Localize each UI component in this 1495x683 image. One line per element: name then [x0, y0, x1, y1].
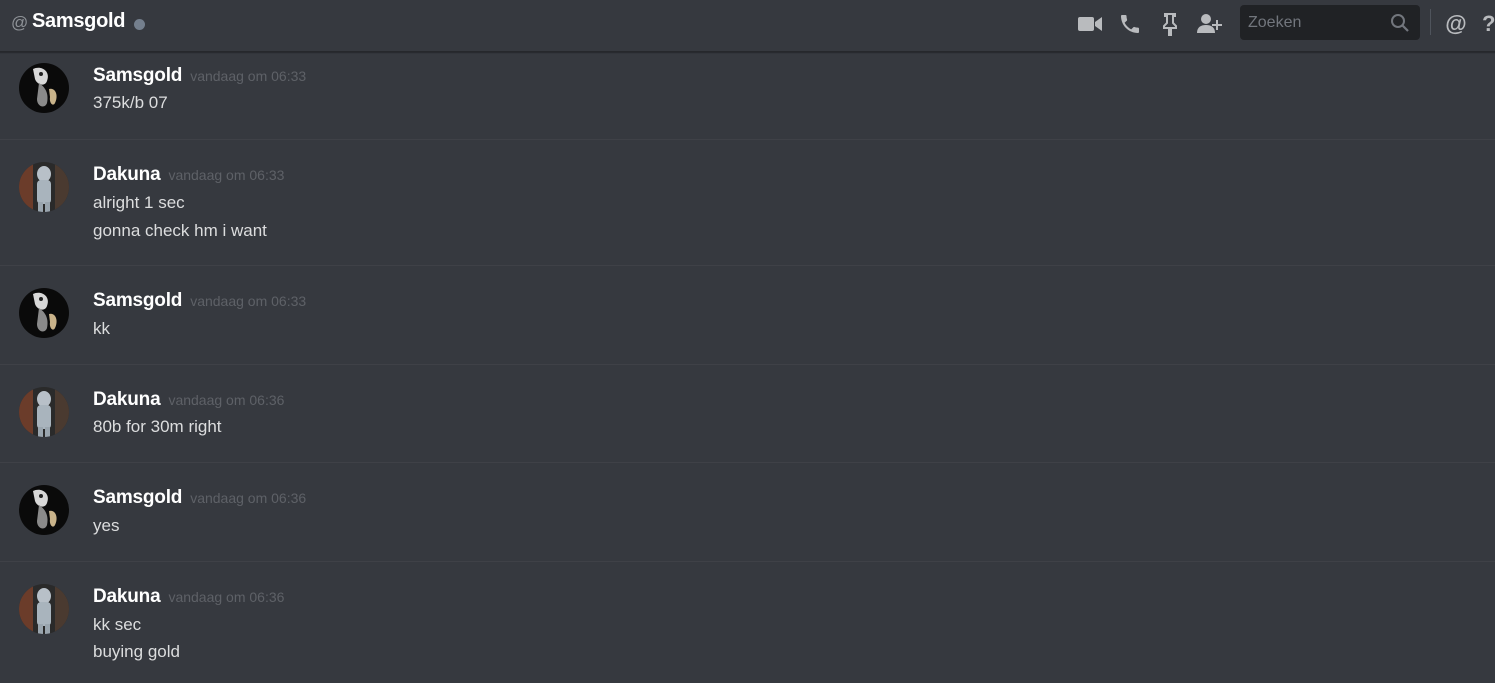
message-group: Samsgold vandaag om 06:33 375k/b 07: [0, 53, 1495, 140]
status-indicator: [134, 19, 145, 30]
samsgold-avatar: [19, 63, 69, 113]
message-text: gonna check hm i want: [93, 221, 267, 240]
pin-icon[interactable]: [1156, 10, 1184, 38]
message-header: Samsgold vandaag om 06:33: [93, 65, 306, 87]
search-icon[interactable]: [1390, 13, 1410, 38]
username[interactable]: Dakuna: [93, 389, 161, 411]
message-list[interactable]: Samsgold vandaag om 06:33 375k/b 07 Daku…: [0, 53, 1495, 683]
message-group: Dakuna vandaag om 06:36 kk sec buying go…: [0, 562, 1495, 683]
avatar[interactable]: [19, 63, 69, 113]
search-box[interactable]: [1240, 5, 1420, 40]
username[interactable]: Samsgold: [93, 65, 182, 87]
channel-header: @ Samsgold @ ?: [0, 0, 1495, 52]
message-group: Dakuna vandaag om 06:33 alright 1 sec go…: [0, 140, 1495, 266]
message-header: Dakuna vandaag om 06:36: [93, 586, 284, 608]
message-text: buying gold: [93, 642, 180, 661]
message-text: alright 1 sec: [93, 193, 185, 212]
dm-at-icon: @: [11, 13, 29, 32]
timestamp: vandaag om 06:33: [190, 293, 307, 309]
avatar[interactable]: [19, 288, 69, 338]
avatar[interactable]: [19, 584, 69, 634]
timestamp: vandaag om 06:33: [168, 167, 285, 183]
help-icon[interactable]: ?: [1482, 10, 1495, 38]
message-text: kk: [93, 319, 110, 338]
timestamp: vandaag om 06:36: [168, 392, 285, 408]
message-text: yes: [93, 516, 120, 535]
message-group: Samsgold vandaag om 06:36 yes: [0, 463, 1495, 562]
avatar[interactable]: [19, 162, 69, 212]
timestamp: vandaag om 06:33: [190, 68, 307, 84]
samsgold-avatar: [19, 485, 69, 535]
username[interactable]: Samsgold: [93, 487, 182, 509]
message-header: Samsgold vandaag om 06:33: [93, 290, 306, 312]
phone-icon[interactable]: [1116, 10, 1144, 38]
dakuna-avatar: [19, 162, 69, 212]
search-input[interactable]: [1240, 5, 1380, 40]
username[interactable]: Dakuna: [93, 164, 161, 186]
mentions-icon[interactable]: @: [1442, 10, 1470, 38]
samsgold-avatar: [19, 288, 69, 338]
dakuna-avatar: [19, 387, 69, 437]
timestamp: vandaag om 06:36: [190, 490, 307, 506]
username[interactable]: Samsgold: [93, 290, 182, 312]
add-friend-icon[interactable]: [1196, 10, 1224, 38]
video-camera-icon[interactable]: [1076, 10, 1104, 38]
message-group: Samsgold vandaag om 06:33 kk: [0, 266, 1495, 365]
message-header: Dakuna vandaag om 06:33: [93, 164, 284, 186]
avatar[interactable]: [19, 387, 69, 437]
avatar[interactable]: [19, 485, 69, 535]
dakuna-avatar: [19, 584, 69, 634]
message-text: 375k/b 07: [93, 93, 168, 112]
header-divider: [1430, 9, 1431, 35]
message-text: kk sec: [93, 615, 142, 634]
timestamp: vandaag om 06:36: [168, 589, 285, 605]
username[interactable]: Dakuna: [93, 586, 161, 608]
message-header: Samsgold vandaag om 06:36: [93, 487, 306, 509]
message-group: Dakuna vandaag om 06:36 80b for 30m righ…: [0, 365, 1495, 463]
message-text: 80b for 30m right: [93, 417, 222, 436]
channel-name[interactable]: Samsgold: [32, 10, 125, 33]
message-header: Dakuna vandaag om 06:36: [93, 389, 284, 411]
